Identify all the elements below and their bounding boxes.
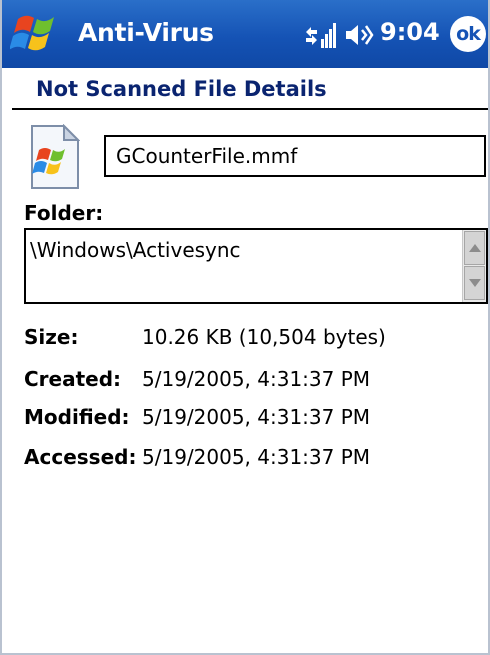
signal-strength-icon[interactable] — [304, 20, 338, 50]
detail-value: 5/19/2005, 4:31:37 PM — [142, 405, 371, 429]
page-title: Not Scanned File Details — [36, 77, 327, 101]
detail-label: Created: — [24, 367, 122, 391]
title-bar: Anti-Virus 9:04 ok — [2, 0, 488, 68]
arrow-down-icon — [468, 279, 481, 287]
arrow-up-icon — [468, 244, 481, 252]
ok-button-label: ok — [456, 23, 481, 45]
folder-scrollbar[interactable] — [462, 230, 486, 302]
ok-button[interactable]: ok — [450, 16, 486, 52]
folder-label: Folder: — [24, 201, 104, 225]
speaker-volume-icon[interactable] — [344, 21, 374, 49]
clock[interactable]: 9:04 — [380, 18, 440, 46]
detail-value: 10.26 KB (10,504 bytes) — [142, 325, 386, 349]
screen: Anti-Virus 9:04 ok Not Scanned File Deta… — [0, 0, 490, 655]
windows-flag-icon[interactable] — [10, 9, 62, 59]
windows-file-icon — [31, 124, 80, 189]
detail-label: Size: — [24, 325, 79, 349]
filename-field[interactable] — [104, 135, 486, 177]
header-divider — [12, 108, 488, 110]
detail-value: 5/19/2005, 4:31:37 PM — [142, 445, 371, 469]
folder-path-text: \Windows\Activesync — [30, 238, 241, 262]
detail-label: Modified: — [24, 405, 130, 429]
folder-path-box[interactable]: \Windows\Activesync — [24, 228, 488, 304]
scroll-up-button[interactable] — [464, 231, 485, 265]
scroll-down-button[interactable] — [464, 266, 485, 300]
detail-value: 5/19/2005, 4:31:37 PM — [142, 367, 371, 391]
detail-label: Accessed: — [24, 445, 137, 469]
app-title: Anti-Virus — [78, 18, 214, 47]
